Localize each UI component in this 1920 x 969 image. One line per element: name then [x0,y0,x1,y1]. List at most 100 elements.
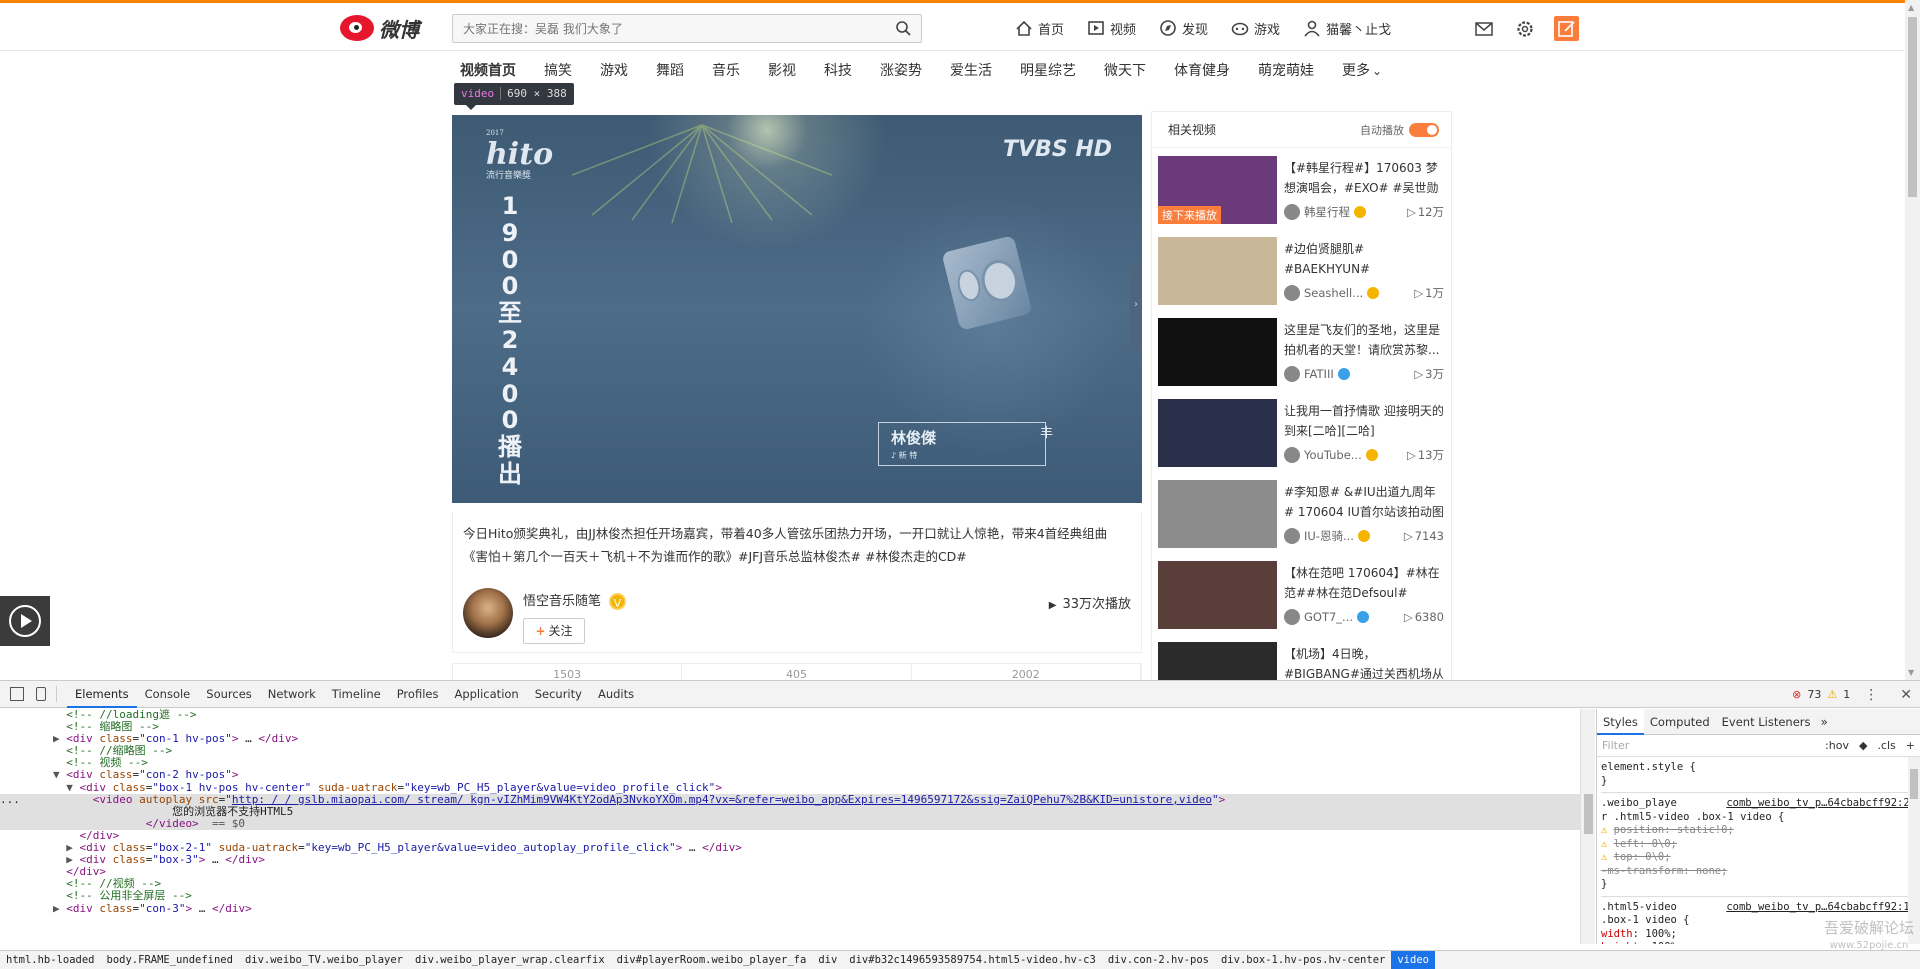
related-video-title[interactable]: 让我用一首抒情歌 迎接明天的到来[二哈][二哈] [1284,401,1444,441]
related-video-user[interactable]: 韩星行程 [1304,204,1350,220]
category-tab[interactable]: 舞蹈 [656,60,684,80]
add-rule-icon[interactable]: + [1906,739,1915,752]
breadcrumb-item[interactable]: div.con-2.hv-pos [1102,951,1215,969]
category-tab[interactable]: 搞笑 [544,60,572,80]
search-box[interactable] [452,14,922,43]
topnav-item-0[interactable]: 首页 [1014,15,1064,41]
devtools-tab-timeline[interactable]: Timeline [324,681,389,708]
related-video-user[interactable]: YouTube... [1304,448,1362,462]
autoplay-toggle[interactable] [1409,122,1439,137]
related-video-title[interactable]: 【林在范吧 170604】#林在范##林在范Defsoul# 170604... [1284,563,1444,603]
related-video-title[interactable]: 这里是飞友们的圣地，这里是拍机者的天堂！请欣赏苏黎... [1284,320,1444,360]
dom-line[interactable]: ▶ <div class="con-1 hv-pos"> … </div> [0,733,1580,745]
video-player[interactable]: 2017 hito 流行音樂獎 TVBS HD 1900至2400播出 林俊傑 ♪ … [452,115,1142,503]
related-video-item[interactable]: #李知恩# &#IU出道九周年# 170604 IU首尔站该拍动图1... IU-… [1158,480,1448,550]
breadcrumb-item[interactable]: div.weibo_player_wrap.clearfix [409,951,611,969]
device-toolbar-icon[interactable] [36,687,46,701]
topnav-item-1[interactable]: 视频 [1086,15,1136,41]
related-video-item[interactable]: 【机场】4日晚，#BIGBANG#通过关西机场从日本出境，... [1158,642,1448,680]
styles-tab[interactable]: Computed [1644,709,1716,735]
devtools-tab-security[interactable]: Security [527,681,590,708]
expand-handle[interactable]: › [1130,260,1142,350]
dom-line[interactable]: <!-- //视频 --> [0,878,1580,890]
related-video-item[interactable]: #边伯贤腿肌# #BAEKHYUN#【Ohdult_41... Seashell.… [1158,237,1448,307]
breadcrumb-item[interactable]: div#playerRoom.weibo_player_fa [611,951,813,969]
category-tab[interactable]: 游戏 [600,60,628,80]
floating-play-button[interactable] [0,596,50,646]
search-input[interactable] [453,15,873,42]
breadcrumb-item[interactable]: div.weibo_TV.weibo_player [239,951,409,969]
category-tab[interactable]: 明星综艺 [1020,60,1076,80]
topnav-item-2[interactable]: 发现 [1158,15,1208,41]
warning-icon[interactable]: ⚠ [1827,688,1837,701]
video-thumbnail[interactable] [1158,237,1277,305]
devtools-tab-sources[interactable]: Sources [198,681,260,708]
dom-line[interactable]: <!-- //loading遮 --> [0,709,1580,721]
avatar[interactable] [1284,204,1300,220]
related-video-user[interactable]: FATIII [1304,367,1334,381]
avatar[interactable] [1284,447,1300,463]
gear-icon[interactable] [1513,17,1537,41]
devtools-tab-profiles[interactable]: Profiles [389,681,447,708]
devtools-tab-network[interactable]: Network [260,681,324,708]
category-tab[interactable]: 更多 [1342,60,1382,80]
devtools-tab-application[interactable]: Application [446,681,526,708]
cls-toggle[interactable]: .cls [1877,739,1895,752]
color-format-icon[interactable]: ◆ [1859,739,1867,752]
category-tab[interactable]: 微天下 [1104,60,1146,80]
stat-item[interactable]: 1503 [453,664,683,680]
category-tab[interactable]: 涨姿势 [880,60,922,80]
close-icon[interactable]: ✕ [1900,687,1912,703]
category-tab[interactable]: 科技 [824,60,852,80]
category-tab[interactable]: 视频首页 [460,60,516,80]
video-thumbnail[interactable]: 接下来播放 [1158,156,1277,224]
scroll-down-icon[interactable]: ▼ [1908,668,1914,677]
avatar[interactable] [1284,609,1300,625]
related-video-item[interactable]: 【林在范吧 170604】#林在范##林在范Defsoul# 170604...… [1158,561,1448,631]
compose-button[interactable] [1554,16,1579,41]
dom-line-selected[interactable]: </video> == $0 [0,817,1580,830]
breadcrumb-item[interactable]: div.box-1.hv-pos.hv-center [1215,951,1391,969]
topnav-item-3[interactable]: 游戏 [1230,15,1280,41]
related-video-user[interactable]: Seashell... [1304,286,1363,300]
related-video-title[interactable]: 【机场】4日晚，#BIGBANG#通过关西机场从日本出境，... [1284,644,1444,680]
css-rules[interactable]: element.style { } .weibo_playe comb_weib… [1597,757,1920,944]
video-thumbnail[interactable] [1158,318,1277,386]
related-video-item[interactable]: 接下来播放 【#韩星行程#】170603 梦想演唱会，#EXO# #吴世勋# ..… [1158,156,1448,226]
avatar[interactable] [1284,366,1300,382]
category-tab[interactable]: 萌宠萌娃 [1258,60,1314,80]
dom-line[interactable]: ▶ <div class="box-3"> … </div> [0,854,1580,866]
filter-input[interactable]: Filter [1602,739,1815,752]
video-thumbnail[interactable] [1158,480,1277,548]
uploader-name[interactable]: 悟空音乐随笔 [523,594,601,609]
elements-tree[interactable]: <!-- //loading遮 --> <!-- 缩略图 --> ▶ <div … [0,709,1580,944]
search-icon[interactable] [895,20,911,36]
styles-tab[interactable]: Event Listeners [1716,709,1817,735]
warning-count[interactable]: 1 [1843,688,1850,701]
devtools-tab-audits[interactable]: Audits [590,681,642,708]
related-video-title[interactable]: #边伯贤腿肌# #BAEKHYUN#【Ohdult_41... [1284,239,1444,279]
category-tab[interactable]: 体育健身 [1174,60,1230,80]
video-thumbnail[interactable] [1158,399,1277,467]
elements-scroll-thumb[interactable] [1584,794,1593,834]
devtools-tab-elements[interactable]: Elements [67,681,137,708]
related-video-user[interactable]: IU-恩骑... [1304,528,1354,544]
elements-scrollbar[interactable] [1580,709,1595,944]
error-count[interactable]: 73 [1807,688,1821,701]
topnav-item-4[interactable]: 猫馨丶止戈 [1302,15,1391,41]
stat-item[interactable]: 2002 [912,664,1141,680]
avatar[interactable] [1284,528,1300,544]
related-video-item[interactable]: 让我用一首抒情歌 迎接明天的到来[二哈][二哈] YouTube... 13万 [1158,399,1448,469]
avatar[interactable] [1284,285,1300,301]
breadcrumb-item[interactable]: html.hb-loaded [0,951,101,969]
related-video-title[interactable]: #李知恩# &#IU出道九周年# 170604 IU首尔站该拍动图1... [1284,482,1444,522]
styles-tab[interactable]: Styles [1597,709,1644,735]
weibo-logo[interactable]: 微博 [340,12,419,44]
related-video-title[interactable]: 【#韩星行程#】170603 梦想演唱会，#EXO# #吴世勋# ... [1284,158,1444,198]
related-video-user[interactable]: GOT7_... [1304,610,1353,624]
dom-line[interactable]: ▶ <div class="con-3"> … </div> [0,902,1580,915]
breadcrumb-item[interactable]: div#b32c1496593589754.html5-video.hv-c3 [843,951,1102,969]
category-tab[interactable]: 爱生活 [950,60,992,80]
follow-button[interactable]: + 关注 [523,618,585,644]
inspect-element-icon[interactable] [10,687,24,701]
